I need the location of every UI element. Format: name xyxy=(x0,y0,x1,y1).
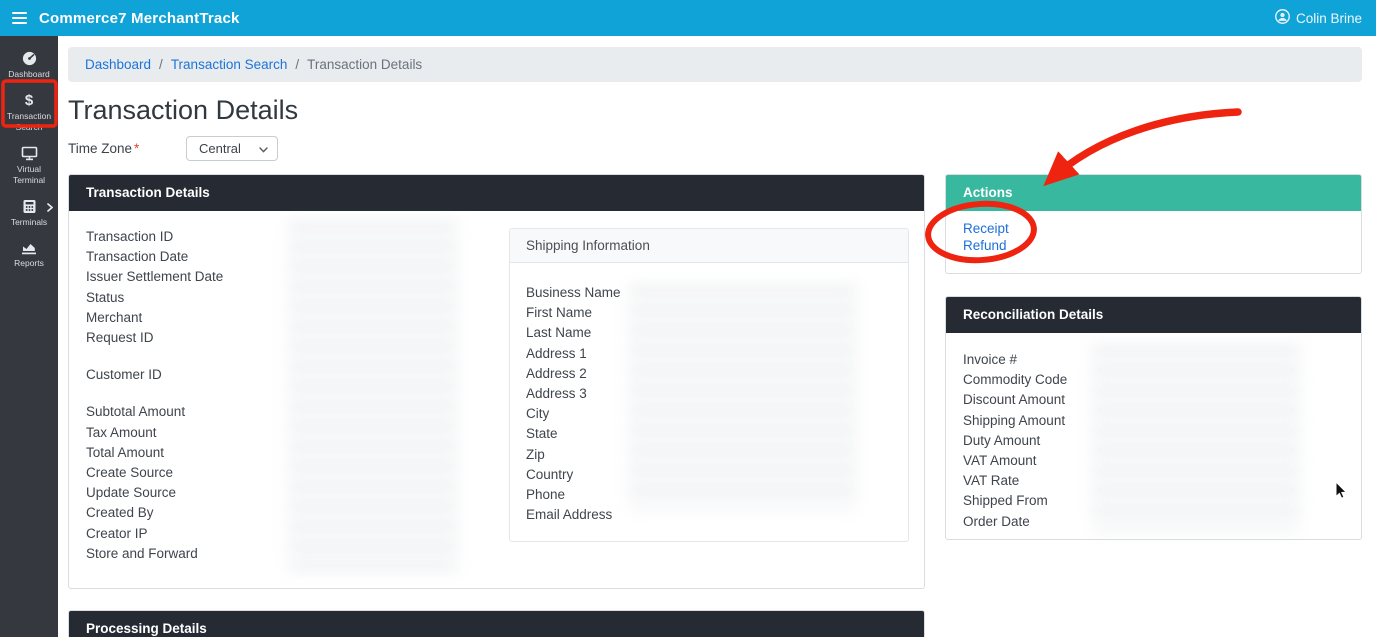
field-label: Shipping Amount xyxy=(963,411,1344,431)
timezone-selected-value: Central xyxy=(199,141,241,156)
processing-details-panel: Processing Details xyxy=(68,610,925,637)
sidebar-item-transaction-search[interactable]: $ Transaction Search xyxy=(0,87,58,140)
breadcrumb-separator: / xyxy=(159,57,163,72)
chevron-down-icon xyxy=(259,141,268,156)
action-link[interactable]: Receipt xyxy=(963,220,1344,237)
breadcrumb: Dashboard / Transaction Search / Transac… xyxy=(68,47,1362,82)
shipping-information-panel-title: Shipping Information xyxy=(510,229,908,263)
sidebar-item-virtual-terminal[interactable]: Virtual Terminal xyxy=(0,140,58,193)
page-title: Transaction Details xyxy=(68,95,1362,126)
field-label: Email Address xyxy=(526,505,892,525)
processing-details-panel-title: Processing Details xyxy=(69,611,924,637)
field-label: Duty Amount xyxy=(963,431,1344,451)
breadcrumb-link-dashboard[interactable]: Dashboard xyxy=(85,57,151,72)
sidebar-item-dashboard[interactable]: Dashboard xyxy=(0,45,58,87)
field-label: Discount Amount xyxy=(963,390,1344,410)
action-link[interactable]: Refund xyxy=(963,237,1344,254)
chevron-right-icon xyxy=(47,203,53,212)
sidebar-item-label: Virtual Terminal xyxy=(2,164,56,186)
dollar-icon: $ xyxy=(25,93,33,108)
sidebar-item-label: Terminals xyxy=(11,217,47,228)
actions-panel: Actions ReceiptRefund xyxy=(945,174,1362,274)
terminal-icon xyxy=(22,199,37,214)
actions-panel-title: Actions xyxy=(946,175,1361,211)
reconciliation-details-panel-title: Reconciliation Details xyxy=(946,297,1361,333)
timezone-select[interactable]: Central xyxy=(186,136,278,161)
actions-links: ReceiptRefund xyxy=(946,211,1361,273)
field-label: Order Date xyxy=(963,512,1344,532)
field-label: Commodity Code xyxy=(963,370,1344,390)
brand-title: Commerce7 MerchantTrack xyxy=(39,10,240,27)
field-label: Shipped From xyxy=(963,491,1344,511)
field-label: VAT Amount xyxy=(963,451,1344,471)
breadcrumb-separator: / xyxy=(295,57,299,72)
sidebar-item-label: Dashboard xyxy=(8,69,50,80)
shipping-information-panel: Shipping Information Business NameFirst … xyxy=(509,228,909,542)
field-label: City xyxy=(526,404,892,424)
breadcrumb-link-transaction-search[interactable]: Transaction Search xyxy=(171,57,288,72)
reconciliation-details-panel: Reconciliation Details Invoice #Commodit… xyxy=(945,296,1362,540)
sidebar-item-reports[interactable]: Reports xyxy=(0,235,58,276)
sidebar-nav: Dashboard $ Transaction Search Virtual T… xyxy=(0,36,58,637)
monitor-icon xyxy=(21,146,38,161)
field-label: Phone xyxy=(526,485,892,505)
field-group: Invoice #Commodity CodeDiscount AmountSh… xyxy=(963,350,1344,532)
user-icon xyxy=(1275,9,1290,27)
timezone-row: Time Zone* Central xyxy=(68,136,1362,161)
sidebar-item-label: Reports xyxy=(14,258,44,269)
sidebar-item-terminals[interactable]: Terminals xyxy=(0,193,58,235)
field-label: Business Name xyxy=(526,283,892,303)
field-label: Invoice # xyxy=(963,350,1344,370)
field-label: First Name xyxy=(526,303,892,323)
sidebar-item-label: Transaction Search xyxy=(2,111,56,133)
gauge-icon xyxy=(21,51,38,66)
field-label: Address 2 xyxy=(526,364,892,384)
user-menu[interactable]: Colin Brine xyxy=(1275,9,1362,27)
field-label: Country xyxy=(526,465,892,485)
field-label: Address 1 xyxy=(526,344,892,364)
field-label: Zip xyxy=(526,445,892,465)
transaction-details-panel: Transaction Details Transaction IDTransa… xyxy=(68,174,925,589)
timezone-label: Time Zone* xyxy=(68,141,186,156)
transaction-details-panel-title: Transaction Details xyxy=(69,175,924,211)
top-bar: Commerce7 MerchantTrack Colin Brine xyxy=(0,0,1376,36)
menu-icon[interactable] xyxy=(10,8,29,28)
field-label: Address 3 xyxy=(526,384,892,404)
field-group: Business NameFirst NameLast NameAddress … xyxy=(526,283,892,525)
field-label: State xyxy=(526,424,892,444)
chart-icon xyxy=(21,241,37,255)
required-asterisk: * xyxy=(134,141,139,156)
breadcrumb-current: Transaction Details xyxy=(307,57,422,72)
field-label: VAT Rate xyxy=(963,471,1344,491)
field-label: Store and Forward xyxy=(86,544,907,564)
user-name: Colin Brine xyxy=(1296,11,1362,26)
field-label: Last Name xyxy=(526,323,892,343)
main-content: Dashboard / Transaction Search / Transac… xyxy=(58,36,1376,637)
